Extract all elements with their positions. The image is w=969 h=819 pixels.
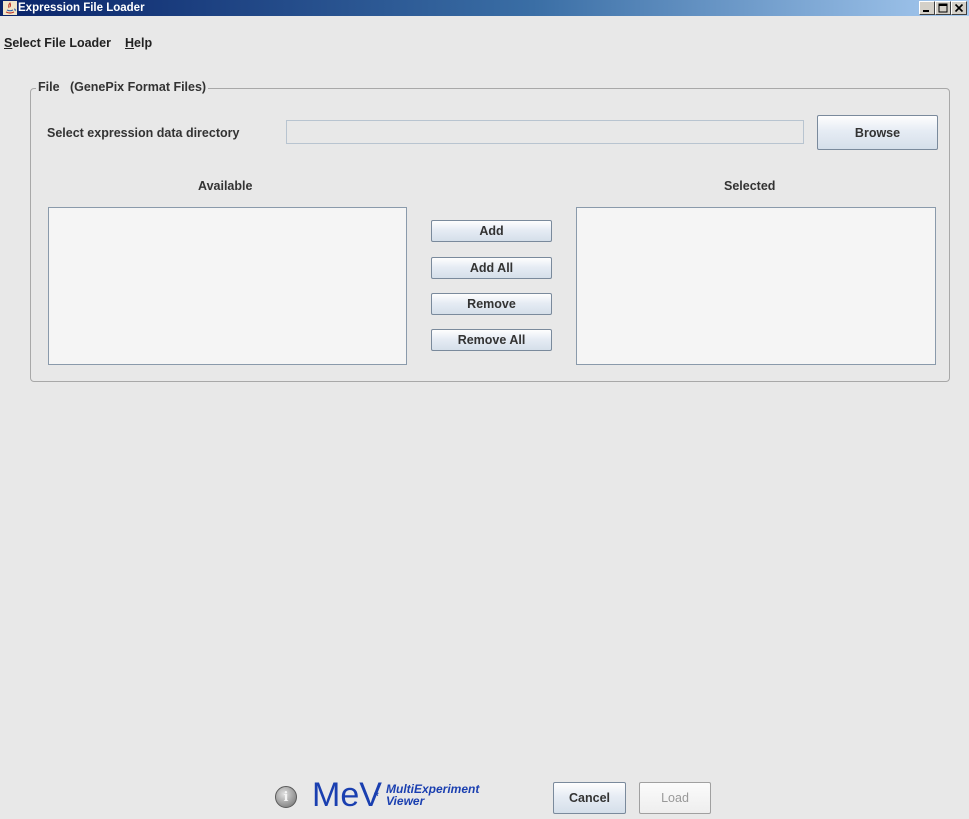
menu-help[interactable]: Help xyxy=(125,32,152,54)
mev-logo: MeV xyxy=(312,776,382,814)
menu-label: elp xyxy=(134,36,153,50)
available-header: Available xyxy=(198,179,253,193)
cancel-button[interactable]: Cancel xyxy=(553,782,626,814)
menu-mnemonic: H xyxy=(125,36,135,50)
directory-field[interactable] xyxy=(286,120,804,144)
selected-list[interactable] xyxy=(576,207,936,365)
file-group-legend: File (GenePix Format Files) xyxy=(36,80,209,94)
add-all-button[interactable]: Add All xyxy=(431,257,552,279)
mev-logo-subtitle: MultiExperiment Viewer xyxy=(386,783,479,807)
minimize-icon[interactable] xyxy=(919,1,935,15)
expression-file-loader-window: Expression File Loader Select File Loade… xyxy=(0,0,969,819)
menu-select-file-loader[interactable]: Select File Loader xyxy=(4,32,111,54)
info-icon[interactable]: i xyxy=(275,786,297,808)
remove-button[interactable]: Remove xyxy=(431,293,552,315)
window-controls xyxy=(919,1,967,15)
browse-button[interactable]: Browse xyxy=(817,115,938,150)
menu-label: elect File Loader xyxy=(12,36,111,50)
menu-bar: Select File Loader Help xyxy=(0,32,969,54)
java-app-icon xyxy=(3,1,17,15)
title-bar[interactable]: Expression File Loader xyxy=(0,0,969,16)
info-glyph: i xyxy=(283,789,289,805)
mev-logo-star: * xyxy=(374,789,379,803)
remove-all-button[interactable]: Remove All xyxy=(431,329,552,351)
available-list[interactable] xyxy=(48,207,407,365)
close-icon[interactable] xyxy=(951,1,967,15)
mev-subtitle-line2: Viewer xyxy=(386,794,425,808)
selected-header: Selected xyxy=(724,179,776,193)
add-button[interactable]: Add xyxy=(431,220,552,242)
directory-label: Select expression data directory xyxy=(47,126,240,140)
load-button[interactable]: Load xyxy=(639,782,711,814)
maximize-icon[interactable] xyxy=(935,1,951,15)
window-title: Expression File Loader xyxy=(18,2,145,14)
